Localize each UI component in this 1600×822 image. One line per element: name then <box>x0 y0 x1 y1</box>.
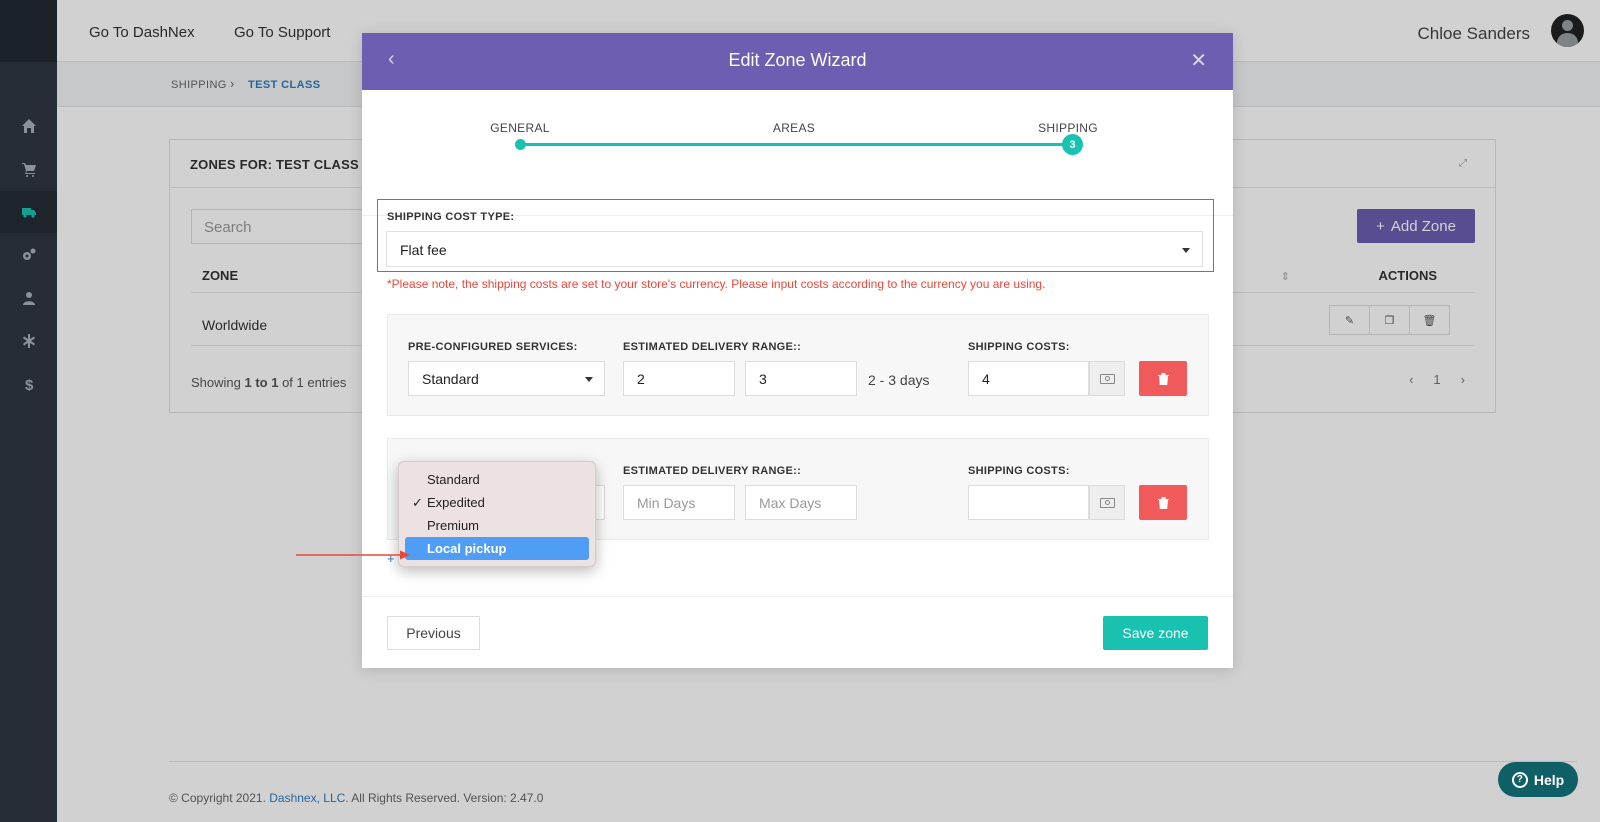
caret-down-icon <box>585 377 593 382</box>
modal-header: ‹ Edit Zone Wizard ✕ <box>362 33 1233 90</box>
question-icon: ? <box>1511 771 1528 788</box>
step-shipping[interactable]: SHIPPING <box>1038 121 1098 135</box>
shipping-cost-type-select[interactable]: Flat fee <box>386 231 1203 267</box>
shipping-costs-label: SHIPPING COSTS: <box>968 341 1070 353</box>
caret-down-icon <box>1182 248 1190 253</box>
step-dot <box>515 139 526 150</box>
max-days-input[interactable]: Max Days <box>745 485 857 520</box>
money-icon <box>1089 485 1125 520</box>
service-dropdown-menu: Standard ✓ Expedited Premium Local picku… <box>398 461 596 567</box>
option-label: Local pickup <box>427 541 507 556</box>
shipping-costs-label: SHIPPING COSTS: <box>968 465 1070 477</box>
min-days-input[interactable]: Min Days <box>623 485 735 520</box>
dropdown-option-expedited[interactable]: ✓ Expedited <box>405 491 589 514</box>
max-days-input[interactable]: 3 <box>745 361 857 396</box>
shipping-cost-type-section: SHIPPING COST TYPE: Flat fee <box>377 199 1214 272</box>
previous-button[interactable]: Previous <box>387 616 480 650</box>
shipping-cost-input[interactable] <box>968 485 1089 520</box>
option-label: Premium <box>427 518 480 533</box>
step-progress-track <box>520 143 1071 146</box>
divider <box>362 596 1233 597</box>
modal-title: Edit Zone Wizard <box>728 50 867 70</box>
delete-service-button[interactable] <box>1139 361 1187 396</box>
service-value: Standard <box>422 371 479 387</box>
trash-icon <box>1157 496 1169 509</box>
help-label: Help <box>1533 771 1565 788</box>
dropdown-option-premium[interactable]: Premium <box>405 514 589 537</box>
annotation-arrow-icon <box>296 550 410 560</box>
help-button[interactable]: ? Help <box>1498 762 1578 797</box>
dropdown-option-standard[interactable]: Standard <box>405 468 589 491</box>
option-label: Expedited <box>427 495 485 510</box>
min-days-input[interactable]: 2 <box>623 361 735 396</box>
delivery-range-label: ESTIMATED DELIVERY RANGE:: <box>623 465 802 477</box>
trash-icon <box>1157 372 1169 385</box>
step-areas[interactable]: AREAS <box>773 121 815 135</box>
close-icon[interactable]: ✕ <box>1190 48 1207 73</box>
shipping-cost-input[interactable]: 4 <box>968 361 1089 396</box>
wizard-steps: GENERAL AREAS SHIPPING 3 <box>362 90 1233 216</box>
edit-zone-modal: ‹ Edit Zone Wizard ✕ GENERAL AREAS SHIPP… <box>362 33 1233 668</box>
save-zone-button[interactable]: Save zone <box>1103 616 1208 650</box>
dropdown-option-local-pickup[interactable]: Local pickup <box>405 537 589 560</box>
service-row: PRE-CONFIGURED SERVICES: Standard ESTIMA… <box>387 314 1209 416</box>
step-dot-current: 3 <box>1062 134 1083 155</box>
service-select[interactable]: Standard <box>408 361 605 396</box>
money-icon <box>1089 361 1125 396</box>
currency-note: *Please note, the shipping costs are set… <box>387 277 1046 291</box>
service-label: PRE-CONFIGURED SERVICES: <box>408 341 578 353</box>
delivery-range-label: ESTIMATED DELIVERY RANGE:: <box>623 341 802 353</box>
delete-service-button[interactable] <box>1139 485 1187 520</box>
step-general[interactable]: GENERAL <box>490 121 549 135</box>
checkmark-icon: ✓ <box>412 495 423 510</box>
delivery-range-text: 2 - 3 days <box>868 372 930 388</box>
option-label: Standard <box>427 472 480 487</box>
shipping-cost-type-value: Flat fee <box>400 242 447 258</box>
shipping-cost-type-label: SHIPPING COST TYPE: <box>387 211 515 223</box>
